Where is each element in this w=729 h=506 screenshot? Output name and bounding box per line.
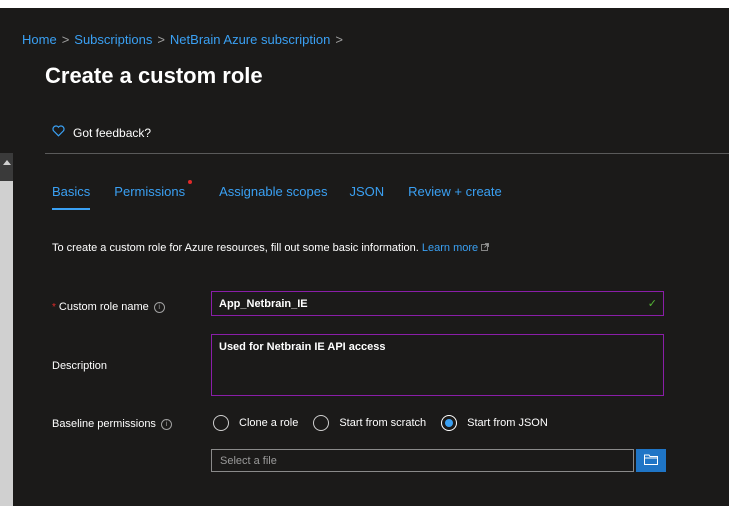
tab-json[interactable]: JSON (350, 184, 385, 199)
learn-more-label: Learn more (421, 242, 479, 254)
intro-description: To create a custom role for Azure resour… (52, 242, 419, 254)
file-field (211, 449, 634, 472)
tab-review-create[interactable]: Review + create (408, 184, 502, 199)
breadcrumb-subscription[interactable]: NetBrain Azure subscription (170, 32, 330, 47)
required-indicator (188, 180, 193, 184)
tab-permissions-label: Permissions (114, 184, 186, 199)
description-label: Description (52, 360, 107, 372)
breadcrumb-separator: > (61, 32, 70, 47)
baseline-permissions-label-text: Baseline permissions (52, 418, 156, 430)
heart-icon (52, 125, 65, 140)
info-icon[interactable]: i (153, 301, 165, 313)
page-title: Create a custom role (45, 63, 263, 88)
scrollbar-thumb[interactable] (0, 181, 13, 506)
tab-bar: Basics Permissions Assignable scopes JSO… (52, 180, 502, 210)
required-asterisk: * (52, 301, 56, 313)
breadcrumb-separator: > (157, 32, 165, 47)
role-name-label: * Custom role name i (52, 301, 165, 313)
breadcrumb-home[interactable]: Home (22, 32, 57, 47)
baseline-radio-group: Clone a role Start from scratch Start fr… (213, 415, 548, 431)
radio-clone-role-label: Clone a role (239, 417, 299, 429)
learn-more-link[interactable]: Learn more (421, 242, 490, 254)
folder-icon (644, 453, 658, 468)
intro-text: To create a custom role for Azure resour… (52, 242, 490, 254)
browse-file-button[interactable] (636, 449, 666, 472)
radio-start-scratch[interactable] (313, 415, 330, 431)
breadcrumb-separator: > (335, 32, 343, 47)
description-label-text: Description (52, 360, 108, 372)
description-input[interactable]: Used for Netbrain IE API access (212, 335, 655, 397)
feedback-button[interactable]: Got feedback? (52, 125, 151, 140)
role-name-label-text: Custom role name (58, 301, 149, 313)
description-field: Used for Netbrain IE API access (211, 334, 664, 397)
baseline-permissions-label: Baseline permissions i (52, 418, 172, 430)
external-link-icon (481, 242, 490, 254)
role-name-field: ✓ (211, 291, 664, 316)
radio-start-scratch-label: Start from scratch (339, 417, 427, 429)
scrollbar[interactable] (0, 153, 13, 506)
radio-clone-role[interactable] (213, 415, 229, 431)
divider (45, 153, 729, 154)
radio-start-json[interactable] (441, 415, 458, 431)
top-strip (0, 0, 729, 8)
checkmark-icon: ✓ (647, 298, 657, 310)
breadcrumb: Home > Subscriptions > NetBrain Azure subscr… (22, 32, 348, 47)
breadcrumb-subscriptions[interactable]: Subscriptions (74, 32, 152, 47)
radio-start-json-label: Start from JSON (467, 417, 548, 429)
feedback-label: Got feedback? (73, 125, 152, 140)
scroll-up-icon[interactable] (3, 160, 11, 165)
info-icon[interactable]: i (160, 418, 172, 430)
role-name-input[interactable] (212, 292, 639, 315)
tab-assignable-scopes[interactable]: Assignable scopes (219, 184, 327, 199)
tab-basics[interactable]: Basics (52, 184, 91, 210)
file-path-input[interactable] (212, 450, 620, 471)
tab-permissions[interactable]: Permissions (114, 180, 193, 199)
